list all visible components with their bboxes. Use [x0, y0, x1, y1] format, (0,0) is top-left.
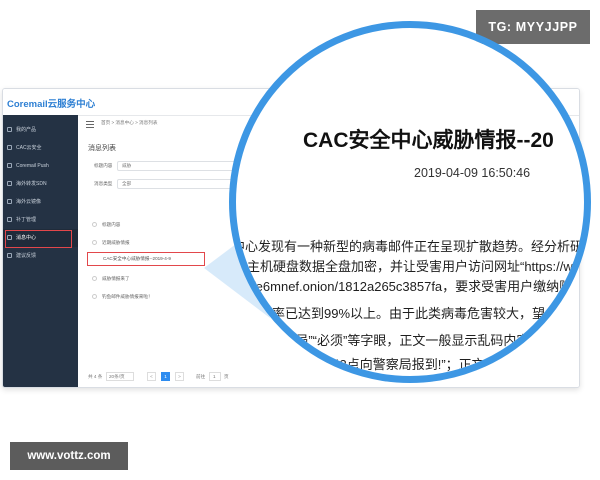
- zoom-text-line: 月11日下午3点向警察局报到!”；正文显示乱码；附件名: [274, 357, 584, 372]
- watermark-badge: www.vottz.com: [10, 442, 128, 470]
- zoom-lens: CAC安全中心威胁情报--20 2019-04-09 16:50:46 中心发现…: [236, 28, 584, 376]
- zoom-text-line: 加“警察局”“必须”等字眼，正文一般显示乱码内容，主要恐吓收: [252, 333, 584, 348]
- zoom-text-line: 中心发现有一种新型的病毒邮件正在呈现扩散趋势。经分析研判，该勒索: [236, 239, 584, 254]
- zoom-text-line: 识别率已达到99%以上。由于此类病毒危害较大，望各位管理员: [246, 306, 584, 321]
- zoom-text-line: 户主机硬盘数据全盘加密，并让受害用户访问网址“https://www.torpr…: [236, 259, 584, 274]
- zoom-date: 2019-04-09 16:50:46: [414, 166, 531, 180]
- zoom-title: CAC安全中心威胁情报--20: [303, 129, 554, 152]
- zoom-text-line: omfe6mnef.onion/1812a265c3857fa，要求受害用户缴纳…: [236, 279, 584, 294]
